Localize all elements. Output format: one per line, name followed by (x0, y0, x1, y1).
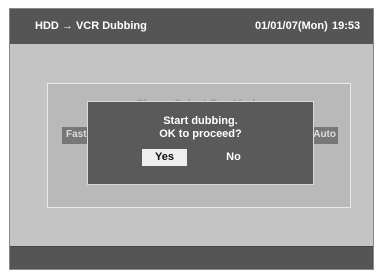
footer-bar (10, 246, 373, 269)
rec-mode-auto: Auto (313, 129, 336, 140)
time-display: 19:53 (332, 20, 361, 32)
date-display: 01/01/07(Mon) (255, 20, 328, 32)
rec-mode-fast: Fast (66, 129, 87, 140)
no-button[interactable]: No (211, 149, 256, 166)
screen-title: HDD → VCR Dubbing (35, 20, 147, 32)
yes-button[interactable]: Yes (142, 149, 187, 166)
dialog-message-line2: OK to proceed? (159, 128, 242, 140)
header-bar: HDD → VCR Dubbing 01/01/07(Mon) 19:53 (10, 9, 373, 44)
tv-screen: HDD → VCR Dubbing 01/01/07(Mon) 19:53 Pl… (9, 8, 374, 270)
confirm-dialog: Start dubbing. OK to proceed? Yes No (87, 101, 314, 185)
dialog-message-line1: Start dubbing. (163, 115, 238, 127)
